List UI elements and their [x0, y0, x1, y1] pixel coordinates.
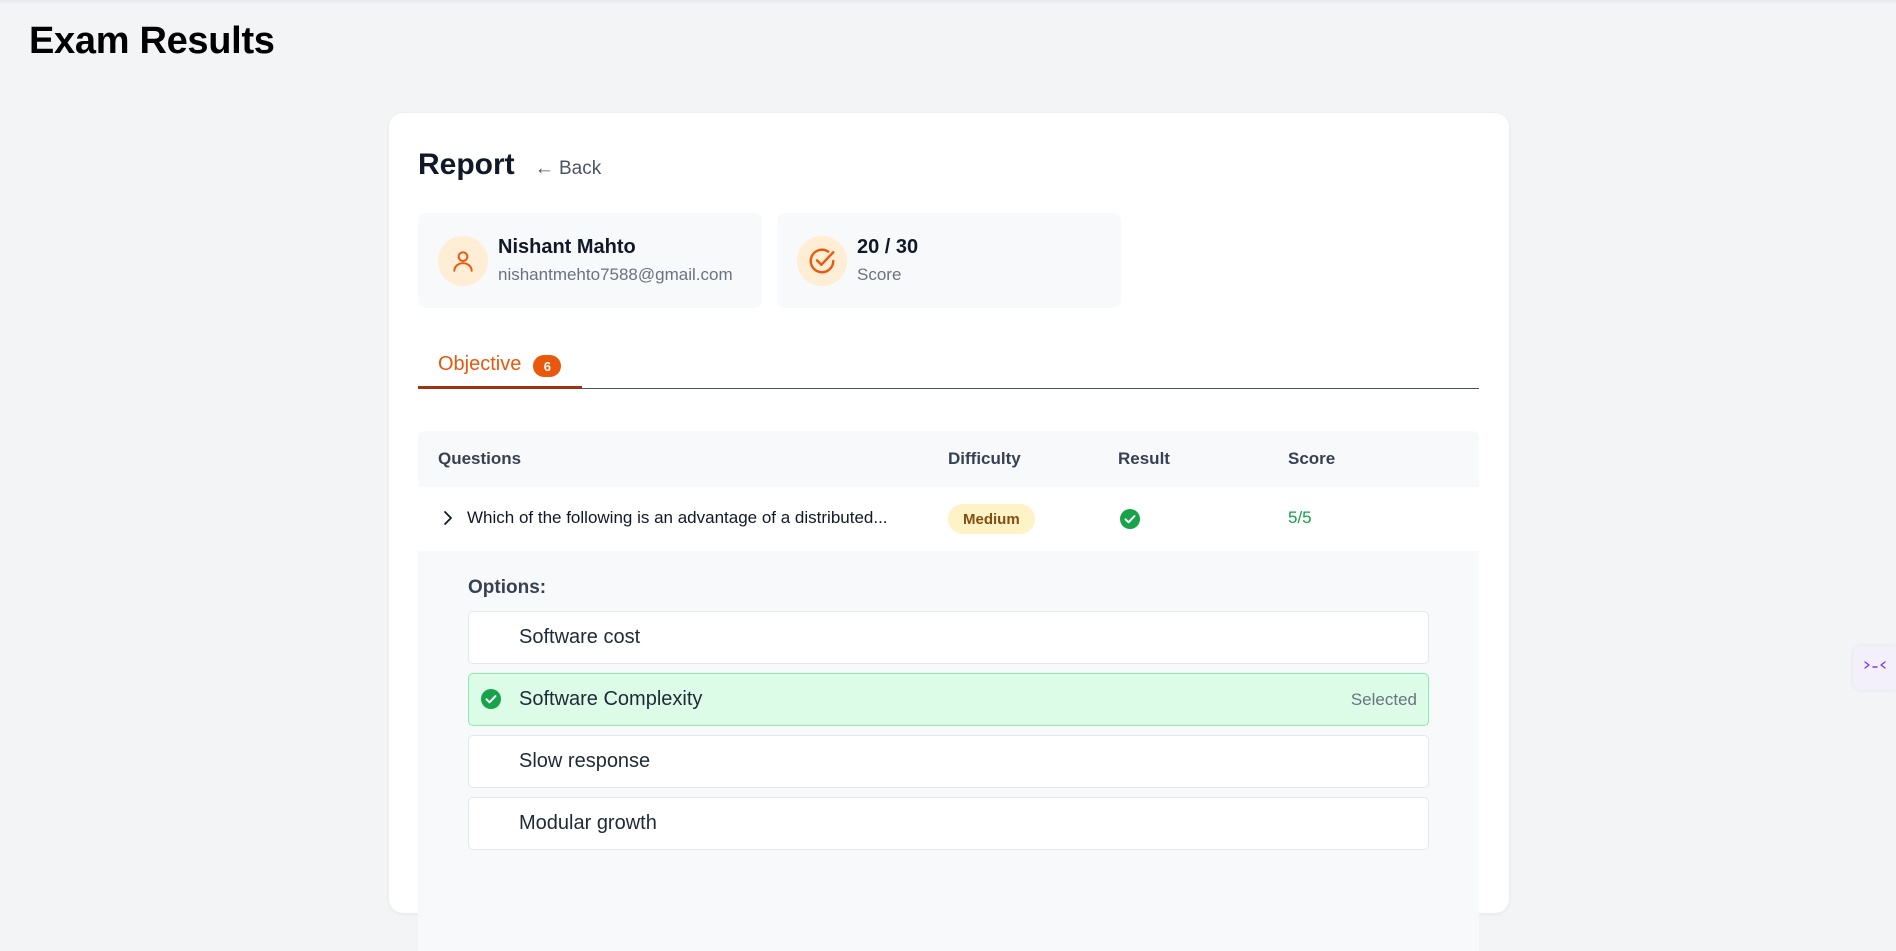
back-link[interactable]: ← Back: [535, 158, 602, 180]
header-result: Result: [1118, 449, 1170, 468]
tab-objective-label: Objective: [438, 353, 522, 375]
tab-objective[interactable]: Objective 6: [418, 351, 582, 389]
score-info-box: 20 / 30 Score: [777, 213, 1121, 308]
check-circle-icon: [797, 235, 847, 286]
option-item[interactable]: Modular growth: [468, 797, 1429, 850]
collapse-arrows-icon: [1863, 658, 1886, 679]
user-info-box: Nishant Mahto nishantmehto7588@gmail.com: [418, 213, 762, 308]
option-text: Software Complexity: [519, 688, 703, 710]
option-text: Slow response: [519, 750, 651, 772]
tab-objective-count: 6: [533, 355, 562, 377]
option-text: Modular growth: [519, 812, 657, 834]
report-title: Report: [418, 148, 515, 181]
report-card: Report ← Back Nishant Mahto nishantmehto…: [389, 113, 1509, 951]
score-value: 20 / 30: [857, 236, 919, 258]
user-icon: [438, 235, 488, 286]
header-questions: Questions: [438, 449, 522, 468]
chevron-right-icon[interactable]: [438, 507, 458, 529]
header-score: Score: [1288, 449, 1336, 468]
options-label: Options:: [468, 577, 547, 598]
option-item-selected[interactable]: Software Complexity Selected: [468, 673, 1429, 726]
options-panel: Options: Software cost Software Complexi…: [418, 551, 1479, 951]
check-circle-icon: [481, 689, 501, 714]
page-title: Exam Results: [29, 20, 275, 62]
user-name: Nishant Mahto: [498, 236, 636, 258]
check-badge-icon: [1120, 509, 1140, 534]
question-text: Which of the following is an advantage o…: [467, 508, 888, 527]
score-label: Score: [857, 265, 902, 284]
results-table: Questions Difficulty Result Score Which …: [418, 431, 1479, 951]
table-row[interactable]: Which of the following is an advantage o…: [418, 487, 1479, 551]
option-item[interactable]: Slow response: [468, 735, 1429, 788]
table-header: Questions Difficulty Result Score: [418, 431, 1479, 487]
side-widget-button[interactable]: [1853, 646, 1896, 690]
option-text: Software cost: [519, 626, 641, 648]
difficulty-badge: Medium: [948, 504, 1035, 534]
top-shadow: [0, 0, 1896, 4]
tab-bar: Objective 6: [418, 351, 1479, 389]
report-header: Report ← Back: [418, 148, 601, 182]
selected-tag: Selected: [1350, 689, 1417, 709]
row-score: 5/5: [1288, 508, 1312, 527]
option-item[interactable]: Software cost: [468, 611, 1429, 664]
header-difficulty: Difficulty: [948, 449, 1021, 468]
user-email: nishantmehto7588@gmail.com: [498, 265, 733, 284]
